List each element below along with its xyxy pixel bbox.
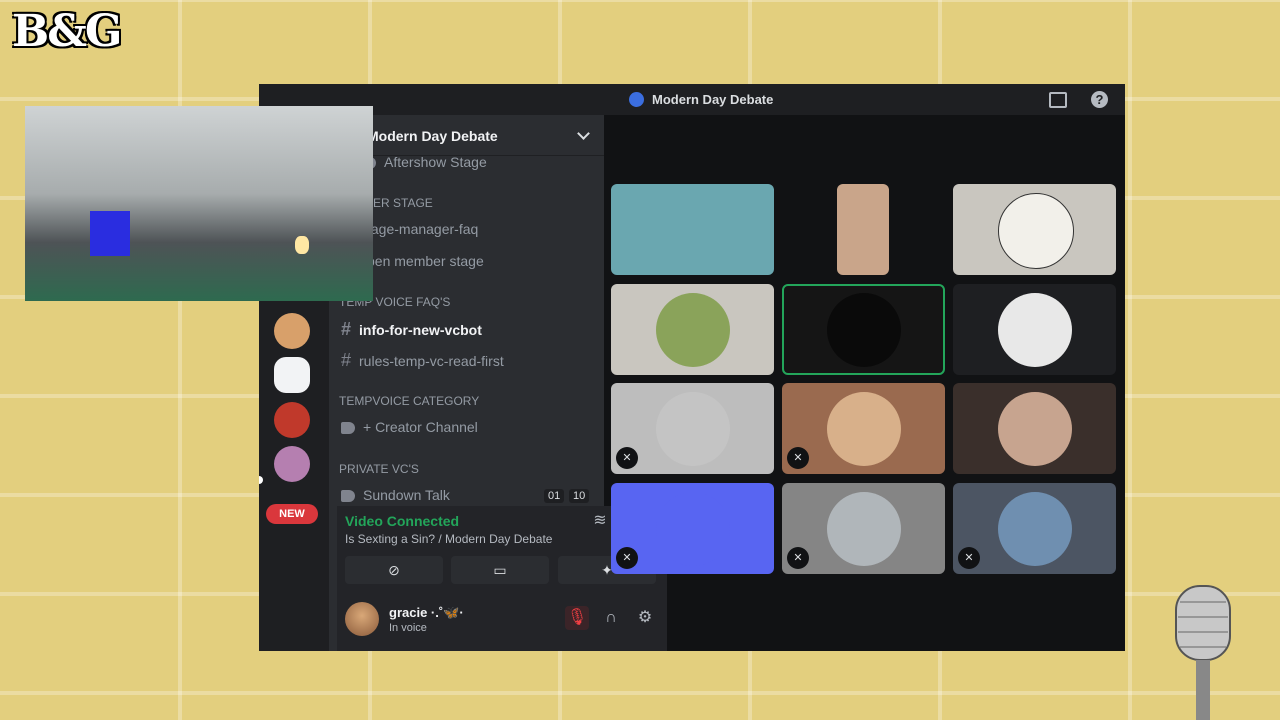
- mic-muted-icon: ✕: [787, 447, 809, 469]
- avatar: [997, 192, 1074, 269]
- gear-icon[interactable]: ⚙: [633, 606, 657, 630]
- server-avatar[interactable]: [274, 446, 310, 482]
- server-avatar[interactable]: [274, 402, 310, 438]
- microphone-icon: [1175, 585, 1231, 720]
- mic-muted-icon: ✕: [787, 547, 809, 569]
- screenshare-button[interactable]: ▭: [451, 556, 549, 584]
- inbox-icon[interactable]: [1049, 92, 1067, 108]
- avatar: [826, 391, 901, 466]
- channel-creator[interactable]: + Creator Channel: [341, 419, 478, 435]
- user-count: 01: [544, 489, 565, 503]
- server-icon: [629, 92, 644, 107]
- voice-status[interactable]: Video Connected: [345, 513, 459, 529]
- avatar: [826, 292, 901, 367]
- user-name[interactable]: gracie ·.˚🦋·: [389, 605, 464, 621]
- participant-tile[interactable]: [611, 184, 774, 275]
- window-title-text: Modern Day Debate: [652, 92, 774, 107]
- participant-tile[interactable]: ✕: [611, 483, 774, 574]
- noise-suppression-icon[interactable]: ≋: [588, 509, 612, 533]
- user-limit: 10: [569, 489, 590, 503]
- server-avatar[interactable]: [274, 357, 310, 393]
- participant-tile[interactable]: ✕: [953, 483, 1116, 574]
- mic-muted-icon: ✕: [616, 447, 638, 469]
- channel-info-for-new-vcbot[interactable]: # info-for-new-vcbot: [341, 319, 482, 340]
- channel-open-stage[interactable]: pen member stage: [367, 253, 484, 269]
- headphones-icon[interactable]: ∩: [599, 606, 623, 630]
- camera-button[interactable]: ⊘: [345, 556, 443, 584]
- participant-tile[interactable]: [953, 284, 1116, 375]
- category-tempvoice[interactable]: TEMPVOICE CATEGORY: [339, 394, 479, 408]
- user-status: In voice: [389, 622, 427, 634]
- participant-tile[interactable]: ✕: [782, 483, 945, 574]
- participant-tile[interactable]: ✕: [611, 383, 774, 474]
- bg-logo: B&G: [12, 6, 122, 57]
- channel-stage-faq[interactable]: tage-manager-faq: [367, 221, 478, 237]
- category-stage[interactable]: BER STAGE: [365, 196, 433, 210]
- mic-muted-icon[interactable]: 🎙: [565, 606, 589, 630]
- title-bar: Modern Day Debate ?: [259, 84, 1125, 115]
- mic-muted-icon: ✕: [616, 547, 638, 569]
- hash-icon: #: [341, 350, 352, 370]
- avatar: [655, 292, 730, 367]
- selected-indicator: [259, 476, 263, 484]
- help-icon[interactable]: ?: [1091, 91, 1108, 108]
- discord-window: Modern Day Debate ? NEW Modern Day Debat…: [259, 84, 1125, 651]
- participant-tile[interactable]: [953, 383, 1116, 474]
- discord-logo-icon: [655, 491, 730, 566]
- participant-tile[interactable]: ✕: [782, 383, 945, 474]
- new-badge[interactable]: NEW: [266, 504, 318, 524]
- webcam-overlay: [25, 106, 373, 301]
- screen-icon: ▭: [493, 562, 507, 578]
- avatar: [997, 491, 1072, 566]
- participant-tile[interactable]: [611, 284, 774, 375]
- mic-muted-icon: ✕: [958, 547, 980, 569]
- avatar: [826, 491, 901, 566]
- channel-aftershow[interactable]: Aftershow Stage: [362, 154, 487, 170]
- hash-icon: #: [341, 319, 352, 339]
- channel-rules[interactable]: # rules-temp-vc-read-first: [341, 350, 504, 371]
- tv-screen: [90, 211, 130, 256]
- category-private-vcs[interactable]: PRIVATE VC'S: [339, 462, 419, 476]
- avatar[interactable]: [345, 602, 379, 636]
- avatar: [655, 391, 730, 466]
- server-name: Modern Day Debate: [367, 128, 498, 144]
- participant-tile[interactable]: [953, 184, 1116, 275]
- speaker-icon: [341, 490, 355, 503]
- server-avatar[interactable]: [274, 313, 310, 349]
- camera-off-icon: ⊘: [388, 562, 400, 578]
- participant-tile-speaking[interactable]: [782, 284, 945, 375]
- avatar: [997, 391, 1072, 466]
- chevron-down-icon: [577, 127, 590, 140]
- participant-tile[interactable]: [837, 184, 889, 275]
- avatar: [997, 292, 1072, 367]
- lamp: [295, 236, 309, 254]
- channel-sundown-talk[interactable]: Sundown Talk: [341, 487, 450, 503]
- speaker-icon: [341, 422, 355, 435]
- voice-channel[interactable]: Is Sexting a Sin? / Modern Day Debate: [345, 532, 552, 546]
- window-title: Modern Day Debate: [629, 92, 773, 107]
